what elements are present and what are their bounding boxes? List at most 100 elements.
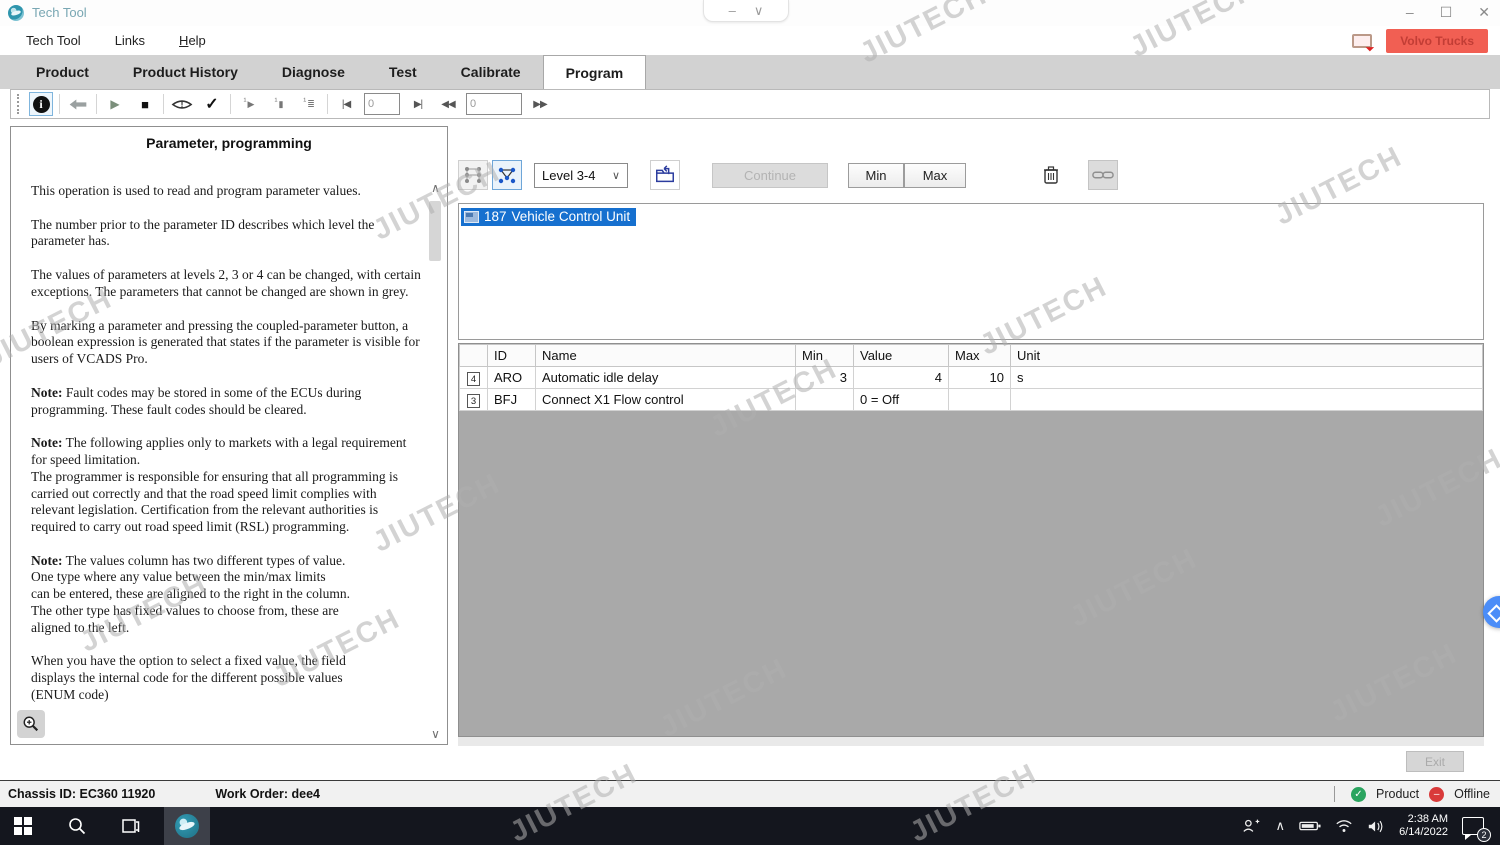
pill-chevron-down-icon[interactable]: ∨ [754,3,764,19]
product-status-icon: ✓ [1351,787,1366,802]
continue-button[interactable]: Continue [712,163,828,188]
frame-counter-input-2[interactable] [466,93,522,115]
table-header-row: ID Name Min Value Max Unit [460,345,1483,367]
trash-icon [1042,165,1060,185]
parameter-table: ID Name Min Value Max Unit 4 ARO Automat… [459,344,1483,411]
step-list-button[interactable]: ¹≣ [297,92,321,116]
confirm-button[interactable]: ✓ [200,92,224,116]
parameter-row[interactable]: 3 BFJ Connect X1 Flow control 0 = Off [460,389,1483,411]
scroll-up-icon[interactable]: ∧ [428,181,443,196]
max-button[interactable]: Max [904,163,966,188]
taskbar-tech-tool-app[interactable] [164,807,210,845]
maximize-button[interactable]: ☐ [1440,2,1453,22]
tab[interactable]: Product History [111,55,260,89]
stop-icon: ■ [141,97,149,112]
title-bar: Tech Tool – ∨ – ☐ ✕ [0,0,1500,26]
speaker-icon[interactable] [1367,819,1385,834]
help-panel: Parameter, programming This operation is… [10,126,448,745]
network-tree-icon [497,165,517,185]
parameter-table-zone: ID Name Min Value Max Unit 4 ARO Automat… [458,343,1484,737]
parameter-toolbar: Level 3-4∨ Continue Min Max [458,155,1488,195]
menu-item[interactable]: Links [115,33,145,48]
ecu-number: 187 [484,209,507,224]
ecu-name: Vehicle Control Unit [512,209,631,224]
remote-session-icon[interactable] [1352,34,1372,48]
info-button[interactable]: i [29,92,53,116]
minimize-button[interactable]: – [1406,2,1414,22]
restore-parameters-button[interactable] [650,160,680,190]
task-view-icon [121,816,141,836]
toolbar-grip[interactable] [17,94,21,114]
tab[interactable]: Product [14,55,111,89]
col-unit[interactable]: Unit [1011,345,1483,367]
tab[interactable]: Program [543,55,647,89]
tab[interactable]: Diagnose [260,55,367,89]
work-order: Work Order: dee4 [215,787,320,801]
floating-assist-button[interactable] [1483,596,1500,628]
search-button[interactable] [54,807,100,845]
start-button[interactable] [0,807,46,845]
close-button[interactable]: ✕ [1478,2,1490,22]
offline-status-icon: – [1429,787,1444,802]
action-center-button[interactable]: 2 [1462,817,1484,835]
stop-button[interactable]: ■ [133,92,157,116]
pill-minimize-icon[interactable]: – [729,3,736,18]
task-view-button[interactable] [108,807,154,845]
step-forward-button[interactable]: ¹▶ [237,92,261,116]
eye-alert-icon: ! [171,97,193,112]
battery-icon[interactable] [1299,820,1321,832]
frame-counter-input[interactable] [364,93,400,115]
col-value[interactable]: Value [854,345,949,367]
wifi-icon[interactable] [1335,819,1353,833]
col-max[interactable]: Max [949,345,1011,367]
menu-item[interactable]: Tech Tool [26,33,81,48]
col-name[interactable]: Name [536,345,796,367]
play-button[interactable]: ▶ [103,92,127,116]
fast-forward-icon: ▶▶ [533,99,546,110]
skip-end-icon: ▶| [414,99,422,110]
description-paragraph: Note: Fault codes may be stored in some … [31,385,421,418]
rewind-icon: ◀◀ [441,99,454,110]
operation-toolbar: i ▶ ■ ! ✓ ¹▶ ¹▮ ¹≣ |◀ ▶| ◀◀ ▶▶ [10,89,1490,119]
clock-time: 2:38 AM [1399,813,1448,826]
menu-item[interactable]: Help [179,33,206,48]
level-dropdown[interactable]: Level 3-4∨ [534,163,628,188]
product-status-label: Product [1376,787,1419,801]
delete-button[interactable] [1036,160,1066,190]
back-button[interactable] [66,92,90,116]
tab[interactable]: Test [367,55,439,89]
taskbar-clock[interactable]: 2:38 AM 6/14/2022 [1399,813,1448,839]
scroll-thumb[interactable] [429,201,441,261]
ecu-item-selected[interactable]: 187 Vehicle Control Unit [461,208,636,226]
fast-forward-button[interactable]: ▶▶ [528,92,552,116]
inspect-button[interactable]: ! [170,92,194,116]
exit-button[interactable]: Exit [1406,751,1464,772]
description-paragraph: The number prior to the parameter ID des… [31,217,421,250]
people-icon[interactable] [1242,818,1262,834]
coupled-parameter-button[interactable] [1088,160,1118,190]
remote-control-pill[interactable]: – ∨ [703,0,789,22]
min-button[interactable]: Min [848,163,904,188]
tray-chevron-icon[interactable]: ∧ [1276,818,1286,834]
col-level[interactable] [460,345,488,367]
tab[interactable]: Calibrate [439,55,543,89]
go-first-button[interactable]: |◀ [334,92,358,116]
scroll-down-icon[interactable]: ∨ [428,727,443,742]
app-logo-icon [8,5,24,21]
description-paragraph: When you have the option to select a fix… [31,653,421,703]
zoom-button[interactable] [17,710,45,738]
info-icon: i [33,96,50,113]
parameter-row[interactable]: 4 ARO Automatic idle delay 3 4 10 s [460,367,1483,389]
view-tree-button[interactable] [492,160,522,190]
view-grid-button[interactable] [458,160,488,190]
col-min[interactable]: Min [796,345,854,367]
step-pause-button[interactable]: ¹▮ [267,92,291,116]
rewind-button[interactable]: ◀◀ [436,92,460,116]
chevron-down-icon: ∨ [612,169,620,182]
taskbar: ∧ 2:38 AM 6/14/2022 2 [0,807,1500,845]
go-last-button[interactable]: ▶| [406,92,430,116]
horizontal-scrollbar[interactable] [458,737,1484,746]
volvo-trucks-button[interactable]: Volvo Trucks [1386,29,1488,53]
col-id[interactable]: ID [488,345,536,367]
help-scrollbar[interactable]: ∧ ∨ [428,181,443,745]
